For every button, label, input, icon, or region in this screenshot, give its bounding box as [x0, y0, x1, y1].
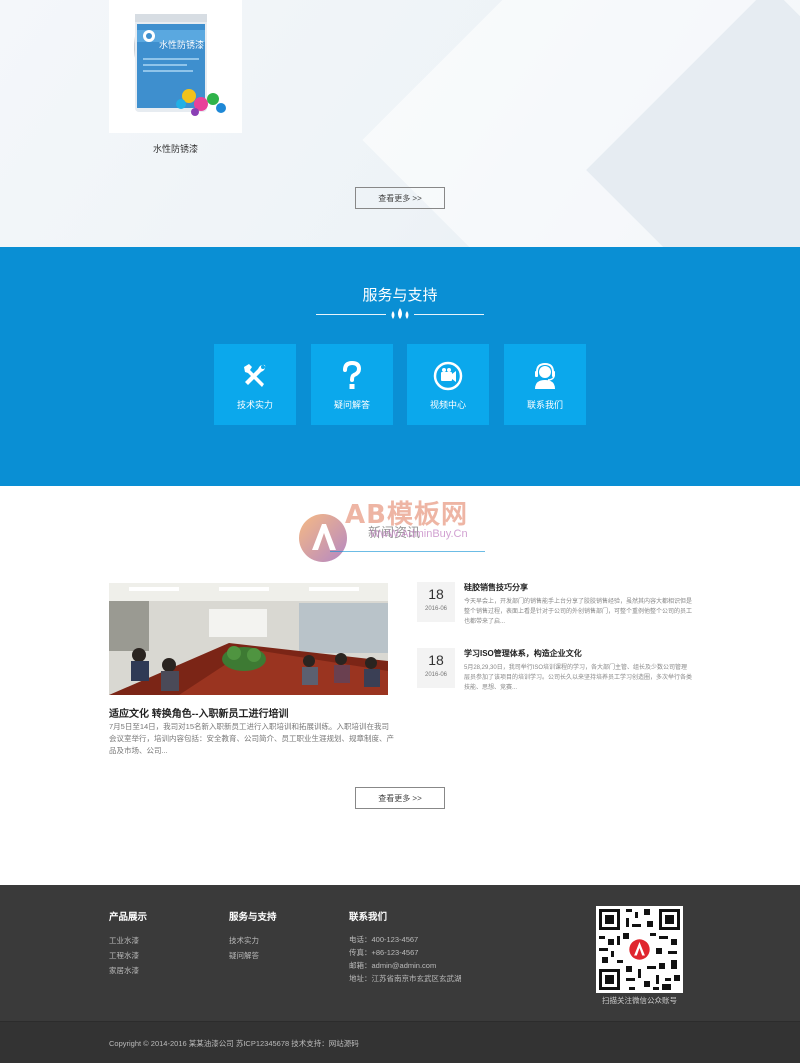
- contact-phone: 电话：400-123-4567: [349, 935, 419, 944]
- service-tile-video[interactable]: 视频中心: [407, 344, 489, 425]
- paint-can-image: 水性防锈漆: [134, 14, 226, 116]
- service-tile-label: 联系我们: [526, 400, 563, 410]
- footer-column-title: 联系我们: [349, 912, 388, 923]
- news-item-summary: 今天早会上，开发部门的销售能手上台分享了胶胶销售经验，虽然其内容大都相识但是整个…: [464, 599, 693, 625]
- question-icon: [336, 360, 368, 392]
- footer-link[interactable]: 疑问解答: [229, 950, 259, 961]
- product-section: 水性防锈漆 水性防锈漆 查看更多 >>: [0, 0, 800, 247]
- footer-column-title: 产品展示: [109, 912, 148, 923]
- contact-email: 邮箱：admin@admin.com: [349, 961, 437, 970]
- news-date-day: 18: [428, 652, 444, 668]
- news-list-item[interactable]: 18 2016-06 硅胶销售技巧分享 今天早会上，开发部门的销售能手上台分享了…: [417, 582, 717, 642]
- watermark-url: WwW.AdminBuy.Cn: [370, 528, 468, 540]
- view-more-news-button[interactable]: 查看更多 >>: [355, 787, 445, 809]
- copyright-bar: Copyright © 2014-2016 某某油漆公司 苏ICP1234567…: [0, 1021, 800, 1063]
- qr-caption: 扫描关注微信公众账号: [602, 996, 677, 1005]
- footer-link[interactable]: 工程水漆: [109, 950, 139, 961]
- news-item-title[interactable]: 学习ISO管理体系，构造企业文化: [464, 648, 582, 659]
- service-tile-label: 视频中心: [429, 400, 466, 410]
- video-icon: [432, 360, 464, 392]
- service-section-title: 服务与支持: [362, 287, 438, 304]
- news-featured-summary: 7月5日至14日，我司对15名新入职新员工进行入职培训和拓展训练。入职培训在我司…: [109, 722, 394, 755]
- news-date: 18 2016-06: [417, 648, 455, 688]
- title-divider-left: [316, 314, 386, 315]
- headset-icon: [529, 360, 561, 392]
- service-section: 服务与支持 技术实力 疑问解答 视频中心 联系我们: [0, 247, 800, 486]
- contact-address: 地址：江苏省南京市玄武区玄武湖: [349, 974, 462, 983]
- news-list-item[interactable]: 18 2016-06 学习ISO管理体系，构造企业文化 5月28,29,30日，…: [417, 648, 717, 708]
- product-card[interactable]: 水性防锈漆: [109, 0, 242, 133]
- service-tile-contact[interactable]: 联系我们: [504, 344, 586, 425]
- can-label: 水性防锈漆: [159, 39, 204, 51]
- news-date-day: 18: [428, 586, 444, 602]
- tools-icon: [239, 360, 271, 392]
- wechat-qr-code: [596, 906, 683, 993]
- news-section: AB模板网 新闻资讯 WwW.AdminBuy.Cn 适应文化 转换角色--入职…: [0, 486, 800, 885]
- news-date-month: 2016-06: [424, 672, 448, 678]
- product-name[interactable]: 水性防锈漆: [109, 142, 242, 155]
- view-more-products-button[interactable]: 查看更多 >>: [355, 187, 445, 209]
- title-divider-right: [414, 314, 484, 315]
- droplet-ornament-icon: [391, 308, 409, 319]
- service-tile-label: 技术实力: [236, 400, 273, 410]
- news-featured-image[interactable]: [109, 583, 388, 695]
- footer-link[interactable]: 技术实力: [229, 935, 259, 946]
- footer-link[interactable]: 工业水漆: [109, 935, 139, 946]
- news-date-month: 2016-06: [424, 606, 448, 612]
- news-item-summary: 5月28,29,30日，我司举行ISO培训课程的学习，各大部门主管、组长及少数公…: [464, 665, 693, 691]
- contact-fax: 传真：+86-123-4567: [349, 948, 419, 957]
- footer: 产品展示 工业水漆 工程水漆 家居水漆 服务与支持 技术实力 疑问解答 联系我们…: [0, 885, 800, 1063]
- copyright-text: Copyright © 2014-2016 某某油漆公司 苏ICP1234567…: [109, 1039, 359, 1048]
- service-tile-tech[interactable]: 技术实力: [214, 344, 296, 425]
- service-tile-faq[interactable]: 疑问解答: [311, 344, 393, 425]
- watermark-logo-icon: [299, 514, 347, 562]
- news-featured-title[interactable]: 适应文化 转换角色--入职新员工进行培训: [109, 705, 288, 720]
- news-item-title[interactable]: 硅胶销售技巧分享: [464, 582, 528, 593]
- service-tile-label: 疑问解答: [333, 400, 370, 410]
- news-date: 18 2016-06: [417, 582, 455, 622]
- footer-column-title: 服务与支持: [229, 912, 277, 923]
- title-underline: [330, 551, 485, 552]
- footer-link[interactable]: 家居水漆: [109, 965, 139, 976]
